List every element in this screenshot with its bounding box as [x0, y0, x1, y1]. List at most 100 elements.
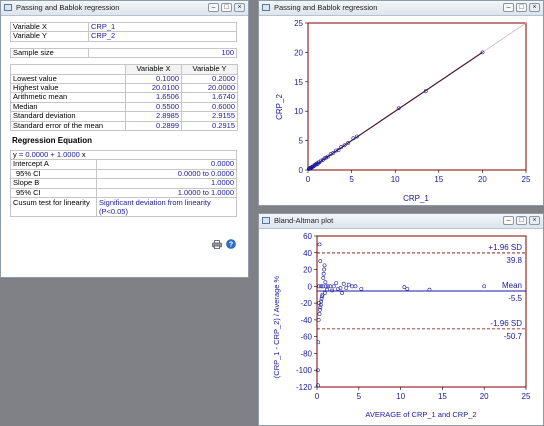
stats-label: Standard error of the mean — [10, 120, 126, 132]
x-tick-label: 20 — [480, 392, 489, 401]
upper-loa-label: +1.96 SD — [488, 243, 522, 252]
window-icon — [262, 4, 270, 11]
window-title-bar[interactable]: Passing and Bablok regression – □ × — [259, 1, 543, 16]
stats-header-cell: Variable Y — [181, 64, 238, 75]
x-tick-label: 0 — [306, 175, 311, 184]
x-tick-label: 15 — [434, 175, 443, 184]
close-button[interactable]: × — [529, 216, 540, 225]
stats-value: 2.9155 — [181, 111, 238, 122]
regression-table: y = 0.0000 + 1.0000 x Intercept A 0.0000… — [10, 150, 237, 218]
results-panel: Variable X CRP_1 Variable Y CRP_2 Sample… — [10, 21, 238, 218]
stats-label: Standard deviation — [10, 111, 126, 122]
x-axis-label: CRP_1 — [403, 194, 429, 203]
mean-label: Mean — [502, 281, 522, 290]
mean-value: -5.5 — [508, 294, 522, 303]
stats-row: Highest value 20.0100 20.0000 — [10, 83, 238, 94]
passing-bablok-results-window: Passing and Bablok regression – □ × Vari… — [0, 0, 249, 278]
plot-frame — [316, 235, 527, 388]
sample-size-label: Sample size — [10, 47, 89, 59]
maximize-button[interactable]: □ — [221, 3, 232, 12]
x-tick-label: 5 — [357, 392, 362, 401]
equation-plus: + — [50, 150, 55, 160]
y-tick-label: 60 — [303, 232, 312, 241]
window-icon — [262, 217, 270, 224]
y-tick-label: -20 — [300, 299, 312, 308]
bland-altman-chart[interactable]: 0 5 10 15 20 25 60 40 20 0 -20 -40 -60 -80 -100 -120 +1… — [259, 229, 543, 426]
window-title: Passing and Bablok regression — [16, 3, 120, 12]
bland-altman-window: Bland-Altman plot – □ × 0 5 10 15 20 25 60 40 20… — [258, 213, 544, 426]
minimize-button[interactable]: – — [208, 3, 219, 12]
sample-size-value: 100 — [88, 47, 237, 59]
regression-equation-heading: Regression Equation — [12, 136, 93, 146]
scatter-plot-window: Passing and Bablok regression – □ × 0 5 10… — [258, 0, 544, 206]
variable-y-label: Variable Y — [10, 31, 89, 42]
lower-loa-value: -50.7 — [504, 332, 523, 341]
y-tick-label: -80 — [300, 349, 312, 358]
y-tick-label: 25 — [294, 19, 303, 28]
stats-value: 0.2915 — [181, 120, 238, 132]
stats-row: Standard error of the mean 0.2899 0.2915 — [10, 120, 238, 132]
window-title: Bland-Altman plot — [274, 216, 334, 225]
lower-loa-label: -1.96 SD — [490, 319, 522, 328]
intercept-value: 0.0000 — [96, 159, 237, 170]
slope-ci-label: 95% CI — [10, 187, 97, 199]
x-tick-label: 20 — [478, 175, 487, 184]
variable-y-value: CRP_2 — [88, 31, 237, 42]
stats-value: 2.8985 — [125, 111, 182, 122]
window-title: Passing and Bablok regression — [274, 3, 378, 12]
y-tick-label: -60 — [300, 333, 312, 342]
y-tick-label: 0 — [299, 166, 304, 175]
maximize-button[interactable]: □ — [516, 3, 527, 12]
descriptive-stats-table: Variable X Variable Y Lowest value 0.100… — [10, 64, 238, 132]
help-icon[interactable]: ? — [226, 239, 236, 251]
equation-slope: 1.0000 — [56, 150, 80, 160]
x-tick-label: 10 — [396, 392, 405, 401]
upper-loa-value: 39.8 — [506, 256, 522, 265]
y-axis-label: (CRP_1 - CRP_2) / Average % — [272, 275, 281, 378]
stats-value: 0.2899 — [125, 120, 182, 132]
stats-value: 0.5500 — [125, 101, 182, 113]
y-tick-label: 15 — [294, 78, 303, 87]
stats-value: 1.6740 — [181, 92, 238, 103]
x-tick-label: 25 — [522, 392, 531, 401]
y-axis-label: CRP_2 — [275, 94, 284, 120]
window-title-bar[interactable]: Passing and Bablok regression – □ × — [1, 1, 248, 16]
close-button[interactable]: × — [234, 3, 245, 12]
y-tick-label: 5 — [299, 137, 304, 146]
minimize-button[interactable]: – — [503, 216, 514, 225]
stats-value: 0.1000 — [125, 73, 182, 85]
print-icon[interactable] — [211, 240, 222, 251]
passing-bablok-scatter-chart[interactable]: 0 5 10 15 20 25 0 5 10 15 20 25 CRP_2 CRP_1 — [259, 16, 543, 206]
equation-equals: = — [18, 150, 24, 160]
minimize-button[interactable]: – — [503, 3, 514, 12]
x-tick-label: 10 — [391, 175, 400, 184]
equation-y: y — [13, 150, 17, 160]
intercept-ci-label: 95% CI — [10, 168, 97, 180]
close-button[interactable]: × — [529, 3, 540, 12]
stats-label: Lowest value — [10, 73, 126, 85]
stats-value: 1.6506 — [125, 92, 182, 103]
slope-ci-value: 1.0000 to 1.0000 — [96, 187, 237, 199]
maximize-button[interactable]: □ — [516, 216, 527, 225]
y-tick-label: -120 — [296, 383, 313, 392]
x-axis-label: AVERAGE of CRP_1 and CRP_2 — [365, 410, 476, 419]
stats-value: 0.6000 — [181, 101, 238, 113]
y-tick-label: 20 — [303, 266, 312, 275]
variable-x-value: CRP_1 — [88, 21, 237, 33]
y-tick-label: 20 — [294, 48, 303, 57]
stats-row: Arithmetic mean 1.6506 1.6740 — [10, 92, 238, 103]
slope-value: 1.0000 — [96, 178, 237, 189]
stats-value: 20.0000 — [181, 83, 238, 94]
y-tick-label: 0 — [308, 282, 313, 291]
x-tick-label: 5 — [349, 175, 354, 184]
y-tick-label: -40 — [300, 316, 312, 325]
sample-size-table: Sample size 100 — [10, 47, 237, 59]
stats-row: Lowest value 0.1000 0.2000 — [10, 73, 238, 85]
x-tick-label: 0 — [315, 392, 320, 401]
results-toolbar: ? — [210, 239, 236, 251]
y-tick-label: -100 — [296, 366, 313, 375]
window-title-bar[interactable]: Bland-Altman plot – □ × — [259, 214, 543, 229]
equation-intercept: 0.0000 — [25, 150, 49, 160]
x-tick-label: 25 — [522, 175, 531, 184]
svg-text:?: ? — [229, 242, 233, 249]
